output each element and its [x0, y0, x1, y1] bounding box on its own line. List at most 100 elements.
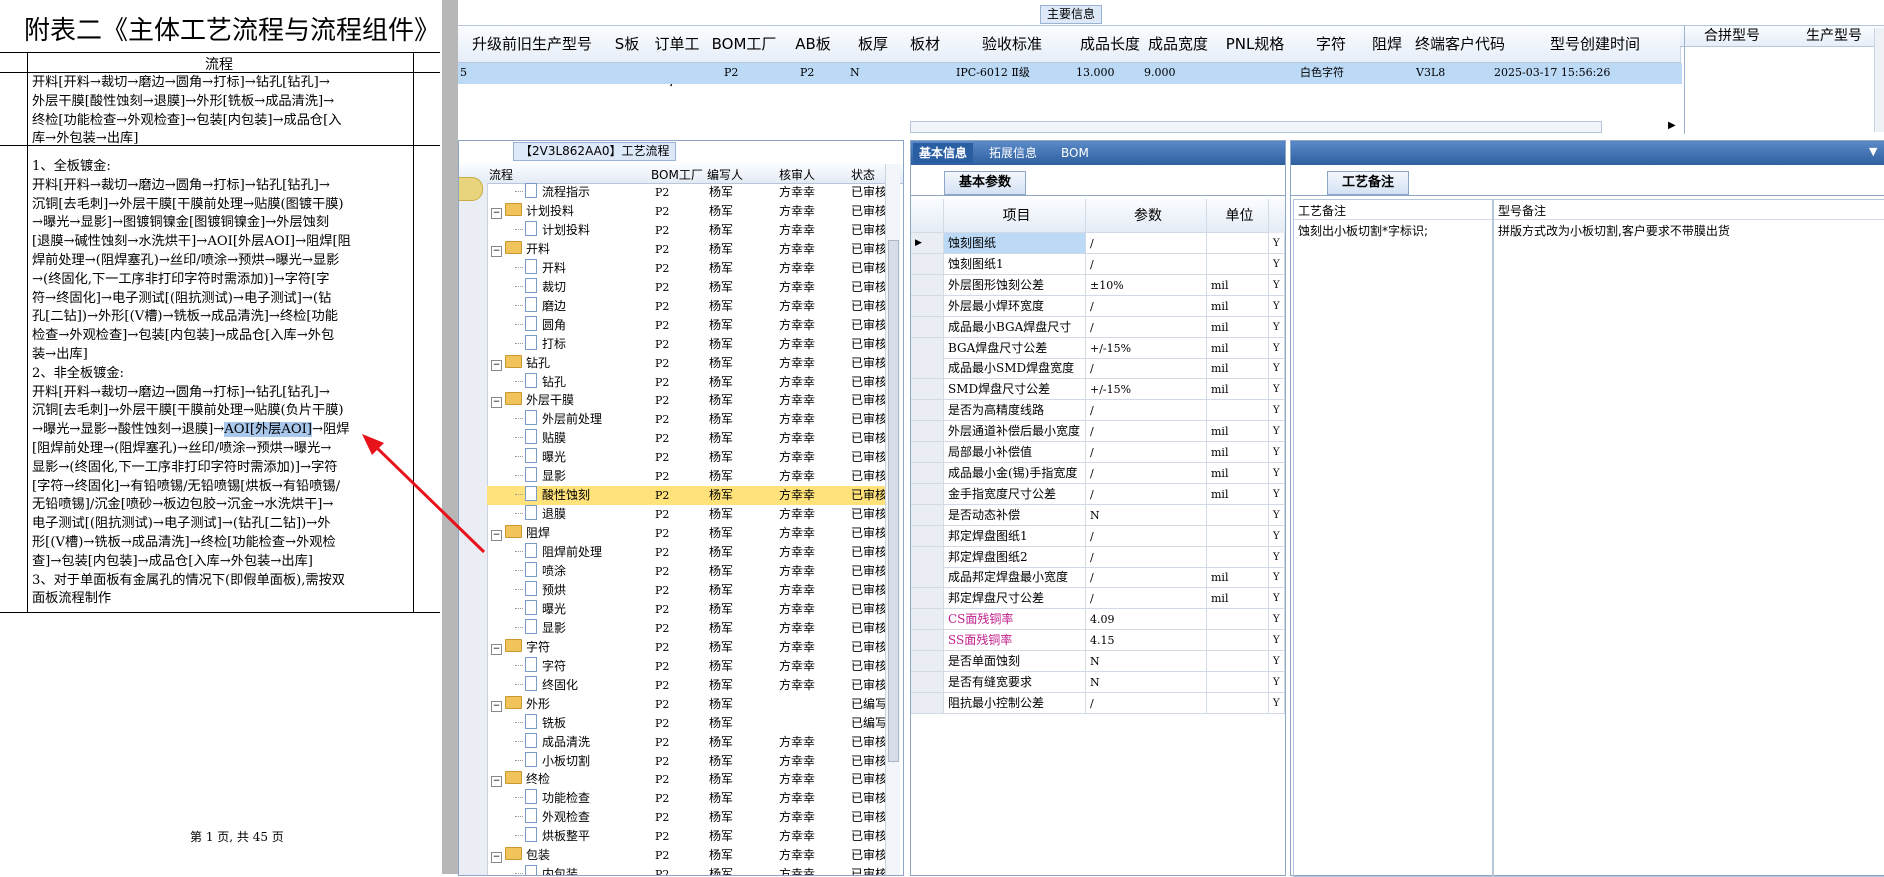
- property-row[interactable]: 外层最小焊环宽度 / mil Y: [911, 295, 1285, 317]
- expand-icon[interactable]: −: [491, 852, 502, 864]
- tree-row[interactable]: 外层前处理 P2 杨军 方幸幸 已审核: [487, 410, 887, 429]
- tree-row[interactable]: − 计划投料 P2 杨军 方幸幸 已审核: [487, 202, 887, 221]
- tree-row[interactable]: 曝光 P2 杨军 方幸幸 已审核: [487, 599, 887, 619]
- row-selector[interactable]: [911, 483, 944, 505]
- prop-param[interactable]: /: [1086, 316, 1207, 338]
- property-row[interactable]: 是否为高精度线路 / Y: [911, 400, 1285, 422]
- property-row[interactable]: 是否单面蚀刻 N Y: [911, 651, 1285, 672]
- grid-cell[interactable]: 2025-03-17 15:56:26: [1494, 63, 1610, 83]
- tree-row[interactable]: 流程指示 P2 杨军 方幸幸 已审核: [487, 183, 887, 202]
- property-row[interactable]: 蚀刻图纸1/ Y: [911, 253, 1285, 275]
- grid-header[interactable]: AB板: [782, 26, 845, 63]
- expand-icon[interactable]: −: [491, 207, 502, 219]
- tree-scroll-thumb[interactable]: [888, 240, 899, 762]
- tree-row[interactable]: 裁切 P2 杨军 方幸幸 已审核: [487, 277, 887, 297]
- tree-row[interactable]: 成品清洗 P2 杨军 方幸幸 已审核: [487, 732, 887, 752]
- prop-param[interactable]: /: [1086, 546, 1207, 568]
- tree-row[interactable]: 功能检查 P2 杨军 方幸幸 已审核: [487, 789, 887, 808]
- expand-icon[interactable]: −: [491, 359, 502, 371]
- grid-header[interactable]: 板厚: [844, 26, 903, 63]
- tree-row[interactable]: − 阻焊 P2 杨军 方幸幸 已审核: [487, 524, 887, 543]
- tree-row[interactable]: − 终检 P2 杨军 方幸幸 已审核: [487, 770, 887, 789]
- grid-header[interactable]: 订单工厂: [648, 26, 707, 89]
- prop-param[interactable]: 4.09: [1086, 609, 1207, 631]
- tree-row[interactable]: 喷涂 P2 杨军 方幸幸 已审核: [487, 562, 887, 581]
- property-row[interactable]: 外层图形蚀刻公差 ±10% mil Y: [911, 274, 1285, 296]
- row-selector[interactable]: [911, 379, 944, 401]
- prop-param[interactable]: /: [1086, 525, 1207, 547]
- prop-param[interactable]: +/-15%: [1086, 337, 1207, 359]
- property-row[interactable]: CS面残铜率 4.09 Y: [911, 609, 1285, 631]
- row-selector[interactable]: [911, 462, 944, 484]
- expand-icon[interactable]: −: [491, 643, 502, 655]
- property-row[interactable]: 外层通道补偿后最小宽度 / mil Y: [911, 421, 1285, 443]
- property-row[interactable]: SMD焊盘尺寸公差 +/-15% mil Y: [911, 379, 1285, 401]
- vertical-scrollbar[interactable]: [1874, 28, 1884, 132]
- prop-param[interactable]: /: [1086, 462, 1207, 484]
- expand-icon[interactable]: −: [491, 700, 502, 712]
- prop-param[interactable]: /: [1086, 588, 1207, 610]
- model-remarks-box[interactable]: 型号备注 拼版方式改为小板切割,客户要求不带膜出货: [1493, 199, 1884, 877]
- collapse-handle[interactable]: [459, 177, 483, 201]
- row-selector[interactable]: [911, 442, 944, 463]
- property-row[interactable]: BGA焊盘尺寸公差 +/-15% mil Y: [911, 337, 1285, 359]
- prop-param[interactable]: /: [1086, 421, 1207, 443]
- prop-param[interactable]: /: [1086, 233, 1207, 254]
- row-selector[interactable]: [911, 337, 944, 359]
- property-row[interactable]: 成品最小SMD焊盘宽度 / mil Y: [911, 358, 1285, 380]
- grid-cell[interactable]: 白色字符: [1300, 63, 1344, 83]
- row-selector[interactable]: [911, 671, 944, 693]
- property-row[interactable]: 邦定焊盘尺寸公差 / mil Y: [911, 588, 1285, 610]
- row-selector[interactable]: [911, 692, 944, 714]
- expand-icon[interactable]: −: [491, 397, 502, 409]
- property-row[interactable]: 成品最小BGA焊盘尺寸 / mil Y: [911, 316, 1285, 338]
- tree-row[interactable]: 字符 P2 杨军 方幸幸 已审核: [487, 656, 887, 676]
- tree-row[interactable]: 显影 P2 杨军 方幸幸 已审核: [487, 467, 887, 486]
- scroll-right-icon[interactable]: ▶: [1668, 120, 1676, 131]
- tree-row[interactable]: 酸性蚀刻 P2 杨军 方幸幸 已审核: [487, 486, 887, 506]
- prop-param[interactable]: /: [1086, 442, 1207, 463]
- tree-row[interactable]: 小板切割 P2 杨军 方幸幸 已审核: [487, 751, 887, 771]
- expand-icon[interactable]: −: [491, 776, 502, 788]
- tree-row[interactable]: 铣板 P2 杨军 已编写: [487, 713, 887, 733]
- prop-param[interactable]: /: [1086, 253, 1207, 275]
- tree-row[interactable]: 贴膜 P2 杨军 方幸幸 已审核: [487, 429, 887, 448]
- tree-row[interactable]: − 钻孔 P2 杨军 方幸幸 已审核: [487, 354, 887, 373]
- prop-param[interactable]: N: [1086, 504, 1207, 526]
- subtab-basic-params[interactable]: 基本参数: [944, 171, 1027, 195]
- grid-cell[interactable]: V3L8: [1416, 63, 1445, 83]
- property-row[interactable]: 是否动态补偿 N Y: [911, 504, 1285, 526]
- tree-row[interactable]: 阻焊前处理 P2 杨军 方幸幸 已审核: [487, 543, 887, 562]
- tree-row[interactable]: − 字符 P2 杨军 方幸幸 已审核: [487, 638, 887, 657]
- tree-row[interactable]: 退膜 P2 杨军 方幸幸 已审核: [487, 505, 887, 524]
- grid-header[interactable]: 型号创建时间: [1510, 26, 1681, 63]
- tree-vertical-scrollbar[interactable]: [885, 164, 900, 875]
- property-row[interactable]: 是否有缝宽要求 N Y: [911, 671, 1285, 693]
- grid-header[interactable]: 验收标准: [948, 26, 1077, 63]
- prop-param[interactable]: +/-15%: [1086, 379, 1207, 401]
- prop-param[interactable]: N: [1086, 671, 1207, 693]
- grid-header[interactable]: 成品宽度: [1144, 26, 1213, 63]
- tab-extended-info[interactable]: 拓展信息: [983, 143, 1043, 163]
- row-selector[interactable]: [911, 504, 944, 526]
- tree-row[interactable]: 显影 P2 杨军 方幸幸 已审核: [487, 618, 887, 638]
- row-selector[interactable]: ▶: [911, 233, 944, 254]
- prop-param[interactable]: /: [1086, 567, 1207, 589]
- grid-cell[interactable]: N: [850, 63, 860, 83]
- grid-header[interactable]: 板材: [902, 26, 949, 63]
- grid-header[interactable]: 终端客户代码: [1410, 26, 1511, 63]
- tree-row[interactable]: 外观检查 P2 杨军 方幸幸 已审核: [487, 808, 887, 827]
- row-selector[interactable]: [911, 609, 944, 631]
- tree-row[interactable]: − 开料 P2 杨军 方幸幸 已审核: [487, 240, 887, 259]
- tree-row[interactable]: 内包装 P2 杨军 方幸幸 已审核: [487, 865, 887, 875]
- tab-basic-info[interactable]: 基本信息: [913, 143, 974, 163]
- expand-icon[interactable]: −: [491, 530, 502, 542]
- property-row[interactable]: 邦定焊盘图纸1/ Y: [911, 525, 1285, 547]
- row-selector[interactable]: [911, 567, 944, 589]
- grid-cell[interactable]: 13.000: [1076, 63, 1115, 83]
- grid-header[interactable]: 生产型号: [1784, 26, 1884, 47]
- row-selector[interactable]: [911, 421, 944, 443]
- property-row[interactable]: 局部最小补偿值 / mil Y: [911, 442, 1285, 463]
- tree-row[interactable]: 钻孔 P2 杨军 方幸幸 已审核: [487, 372, 887, 392]
- tree-row[interactable]: 终固化 P2 杨军 方幸幸 已审核: [487, 675, 887, 695]
